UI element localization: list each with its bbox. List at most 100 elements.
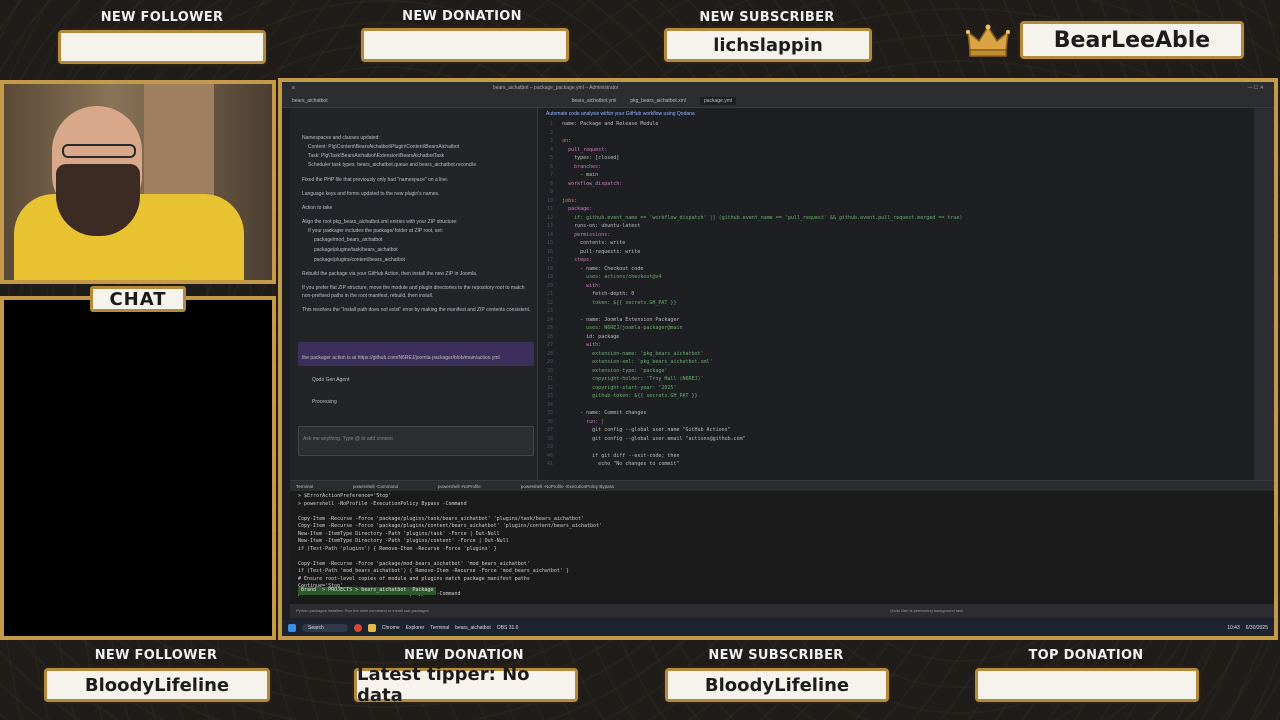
code-text: types: [closed] <box>562 155 620 161</box>
code-text: jobs: <box>562 197 578 204</box>
ide-status-bar: Python packages installed. Run the shell… <box>290 604 1274 618</box>
line-number: 19 <box>544 274 563 280</box>
folder-icon[interactable] <box>367 624 376 632</box>
code-line: 25 uses: N6REJ/joomla-packager@main <box>544 324 962 333</box>
line-number: 28 <box>544 350 563 357</box>
line-number: 32 <box>544 384 563 391</box>
line-number: 8 <box>544 180 563 187</box>
code-line: 31 copyright-holder: 'Troy Hall (N6REJ)' <box>544 375 962 384</box>
terminal-line: if (Test-Path 'mod_bears_aichatbot') { R… <box>298 568 569 574</box>
code-line: 13 runs-on: ubuntu-latest <box>544 222 962 231</box>
code-text: extension-type: 'package' <box>562 367 668 374</box>
project-name[interactable]: bears_aichatbot <box>292 98 328 104</box>
line-number: 30 <box>544 367 563 374</box>
code-line: 19 uses: actions/checkout@v4 <box>544 273 962 282</box>
user-message-box: the packager action is at https://github… <box>298 342 534 366</box>
chat-title: CHAT <box>90 286 186 312</box>
taskbar-app-2[interactable]: Explorer <box>406 625 425 631</box>
ide-menu-icon[interactable]: ≡ <box>292 85 295 91</box>
top-alert-value-4: BearLeeAble <box>1020 21 1244 59</box>
terminal-tab-2[interactable]: powershell -Command <box>353 484 398 489</box>
assistant-line-9: If your packager includes the package/ f… <box>308 228 443 234</box>
taskbar-app-5[interactable]: OBS 31.0 <box>497 625 519 631</box>
code-line: 27 with: <box>544 341 962 350</box>
taskbar-clock[interactable]: 10:43 <box>1227 625 1240 631</box>
taskbar-app-3[interactable]: Terminal <box>430 625 449 631</box>
top-alert-label-1: NEW FOLLOWER <box>100 10 224 25</box>
assistant-line-12: package/plugins/content/bears_aichatbot <box>314 257 405 263</box>
code-text: copyright-holder: 'Troy Hall (N6REJ)' <box>562 376 704 382</box>
windows-taskbar: Search Chrome Explorer Terminal bears_ai… <box>282 620 1274 636</box>
top-alert-value-3: lichslappin <box>664 28 872 62</box>
bottom-alert-value-4 <box>975 668 1199 702</box>
line-number: 24 <box>544 316 563 323</box>
terminal-panel: Terminal powershell -Command powershell … <box>290 480 1274 604</box>
code-text: pull_request: <box>562 146 608 153</box>
terminal-line: New-Item -ItemType Directory -Path 'plug… <box>298 538 509 544</box>
code-line: 10 jobs: <box>544 197 962 206</box>
code-text: - name: Commit changes <box>562 410 647 416</box>
code-text: runs-on: ubuntu-latest <box>562 223 641 229</box>
terminal-line: if (Test-Path 'plugins') { Remove-Item -… <box>298 545 497 552</box>
code-line: 23 <box>544 307 962 316</box>
line-number: 1 <box>544 121 563 127</box>
code-line: 33 github-token: ${{ secrets.GH_PAT }} <box>544 392 962 401</box>
terminal-prompt: Brand > PROJECTS > bears_aichatbot Packa… <box>298 587 437 595</box>
line-number: 4 <box>544 146 563 153</box>
line-number: 22 <box>544 299 563 306</box>
line-number: 3 <box>544 138 563 144</box>
code-line: 4 pull_request: <box>544 146 962 155</box>
terminal-output[interactable]: > $ErrorActionPreference='Stop' > powersh… <box>298 493 602 598</box>
code-line: 30 extension-type: 'package' <box>544 367 962 376</box>
line-number: 29 <box>544 359 563 365</box>
code-text: with: <box>562 282 602 289</box>
taskbar-app-1[interactable]: Chrome <box>382 625 400 631</box>
terminal-line: Copy-Item -Recurse -Force 'package/mod_b… <box>298 560 530 567</box>
terminal-line: > $ErrorActionPreference='Stop' <box>298 493 392 499</box>
windows-start-icon[interactable] <box>288 624 296 632</box>
assistant-line-4: Scheduler task types: bears_aichatbot.qu… <box>308 162 477 168</box>
line-number: 13 <box>544 223 563 229</box>
terminal-tab-3[interactable]: powershell -NoProfile <box>438 484 481 489</box>
code-text: name: Package and Release Module <box>562 121 659 127</box>
code-text: on: <box>562 138 572 144</box>
terminal-tab-4[interactable]: powershell -NoProfile -ExecutionPolicy B… <box>521 484 614 489</box>
bottom-alert-value-2: Latest tipper: No data <box>354 664 578 706</box>
bottom-alert-value-3: BloodyLifeline <box>665 668 889 702</box>
ide-right-toolbar <box>1254 108 1274 480</box>
ide-titlebar: ≡ bears_aichatbot – package_package.yml … <box>282 82 1274 94</box>
terminal-tab-1[interactable]: Terminal <box>296 484 313 489</box>
code-text: git config --global user.email "actions@… <box>562 435 746 442</box>
code-line: 32 copyright-start-year: '2025' <box>544 384 962 393</box>
code-line: 40 if git diff --exit-code; then <box>544 452 962 461</box>
line-number: 5 <box>544 155 563 161</box>
editor-tab-1[interactable]: bears_aichatbot.yml <box>572 98 617 104</box>
streamer-glasses <box>62 144 136 158</box>
line-number: 40 <box>544 452 563 459</box>
code-line: 39 <box>544 443 962 452</box>
code-line: 41 echo "No changes to commit" <box>544 460 962 469</box>
chrome-icon[interactable] <box>353 624 362 632</box>
editor-tab-2[interactable]: pkg_bears_aichatbot.xml <box>630 98 686 104</box>
chat-input[interactable]: Ask me anything. Type @ to add context <box>298 426 534 456</box>
line-number: 6 <box>544 163 563 170</box>
taskbar-search[interactable]: Search <box>302 624 348 632</box>
assistant-line-15: This resolves the "Install path does not… <box>302 307 531 313</box>
taskbar-app-4[interactable]: bears_aichatbot <box>455 625 491 631</box>
code-text: with: <box>562 342 602 348</box>
code-text: git config --global user.name "GitHub Ac… <box>562 427 731 433</box>
editor-tab-3[interactable]: package.yml <box>699 96 737 105</box>
assistant-line-10: package/mod_bears_aichatbot <box>314 237 383 243</box>
code-editor[interactable]: Automate code analysis within your GitHu… <box>540 108 1252 480</box>
code-text: extension-xml: 'pkg_bears_aichatbot.xml' <box>562 359 713 365</box>
taskbar-date[interactable]: 6/30/2025 <box>1246 625 1268 631</box>
code-text: echo "No changes to commit" <box>562 461 680 467</box>
code-text: extension-name: 'pkg_bears_aichatbot' <box>562 350 704 357</box>
code-text: uses: actions/checkout@v4 <box>562 274 662 280</box>
line-number: 15 <box>544 240 563 246</box>
window-controls[interactable]: — ☐ ✕ <box>1248 85 1264 91</box>
code-line: 12 if: github.event_name == 'workflow_di… <box>544 214 962 223</box>
chat-panel <box>0 296 276 640</box>
